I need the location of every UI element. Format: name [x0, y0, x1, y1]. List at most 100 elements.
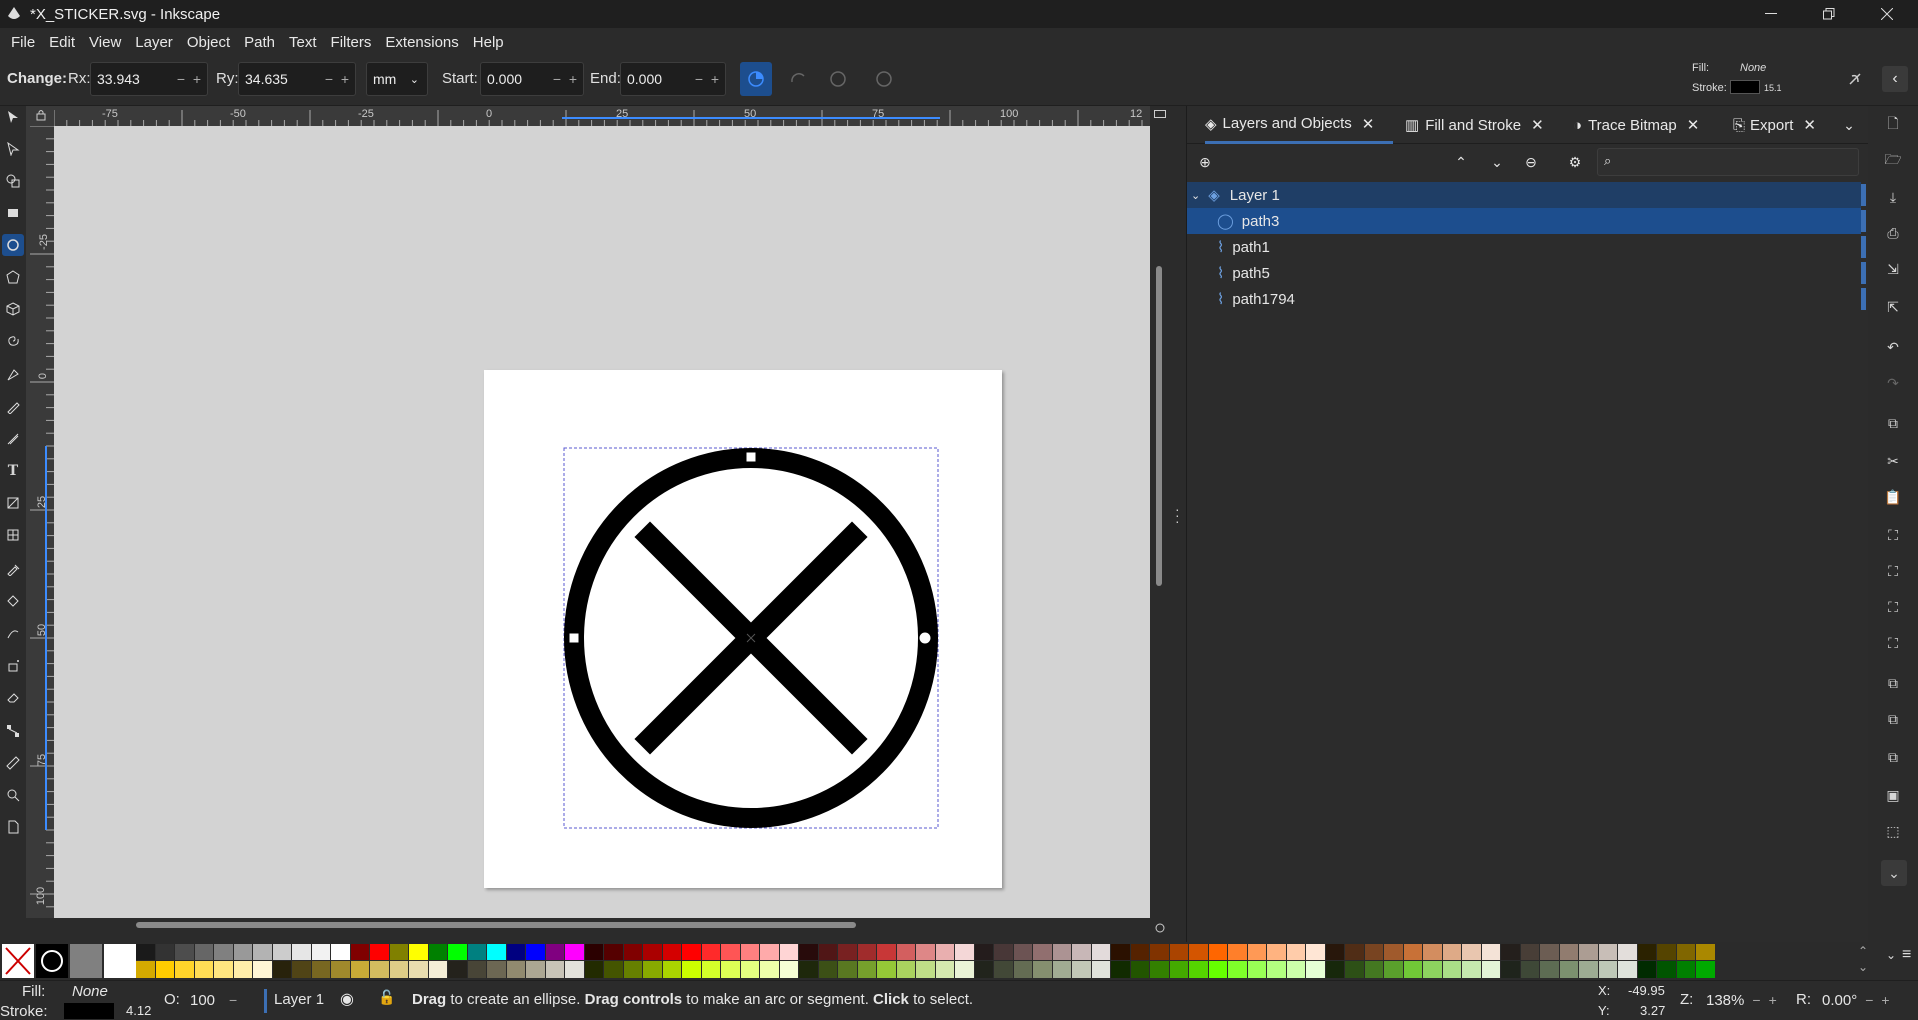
panel-splitter[interactable]: · · ·	[1170, 106, 1186, 942]
search-input[interactable]: ⌕	[1597, 148, 1859, 176]
palette-swatch[interactable]	[214, 944, 233, 960]
palette-swatch[interactable]	[1423, 944, 1442, 960]
lock-guides-icon[interactable]	[34, 108, 48, 122]
opacity-decrement[interactable]: −	[229, 992, 237, 1008]
zoom-decrement[interactable]: −	[1752, 992, 1760, 1008]
palette-swatch[interactable]	[662, 961, 681, 978]
add-layer-icon[interactable]: ⊕	[1195, 152, 1215, 172]
palette-swatch[interactable]	[1130, 944, 1149, 960]
tab-export[interactable]: ⎘ Export ✕	[1733, 106, 1817, 144]
save-icon[interactable]: ⤓	[1881, 186, 1905, 208]
palette-swatch[interactable]	[467, 944, 486, 960]
zoom-page-icon[interactable]: ⛶	[1881, 596, 1905, 618]
palette-swatch[interactable]	[623, 944, 642, 960]
palette-swatch[interactable]	[370, 944, 389, 960]
text-tool-icon[interactable]: T	[2, 460, 24, 482]
reset-ellipse-button[interactable]	[868, 62, 900, 96]
drawing[interactable]	[54, 126, 1150, 918]
palette-swatch[interactable]	[1364, 961, 1383, 978]
palette-swatch[interactable]	[1189, 944, 1208, 960]
3d-box-tool-icon[interactable]	[2, 298, 24, 320]
node-tool-icon[interactable]	[2, 138, 24, 160]
status-stroke-swatch[interactable]	[64, 1003, 114, 1019]
palette-swatch[interactable]	[1267, 944, 1286, 960]
palette-swatch[interactable]	[1481, 944, 1500, 960]
ry-increment[interactable]: +	[341, 71, 349, 87]
palette-swatch[interactable]	[272, 961, 291, 978]
close-tab-icon[interactable]: ✕	[1362, 115, 1375, 133]
palette-swatch[interactable]	[1598, 961, 1617, 978]
palette-swatch[interactable]	[1559, 961, 1578, 978]
canvas[interactable]	[54, 126, 1150, 918]
tab-layers-objects[interactable]: ◈ Layers and Objects ✕	[1205, 106, 1393, 144]
palette-swatch[interactable]	[955, 944, 974, 960]
calligraphy-tool-icon[interactable]	[2, 428, 24, 450]
rx-handle[interactable]	[568, 632, 580, 644]
remove-icon[interactable]: ⊖	[1521, 152, 1541, 172]
palette-swatch[interactable]	[1618, 961, 1637, 978]
palette-swatch[interactable]	[428, 961, 447, 978]
palette-swatch[interactable]	[389, 944, 408, 960]
palette-swatch[interactable]	[916, 961, 935, 978]
rotation-field[interactable]: 0.00° − +	[1816, 985, 1916, 1015]
palette-swatch[interactable]	[565, 961, 584, 978]
palette-swatch[interactable]	[292, 961, 311, 978]
palette-swatch[interactable]	[1325, 944, 1344, 960]
palette-swatch[interactable]	[779, 961, 798, 978]
palette-swatch[interactable]	[565, 944, 584, 960]
copy-icon[interactable]: ⧉	[1881, 412, 1905, 434]
palette-swatch[interactable]	[935, 961, 954, 978]
unit-select[interactable]: mm ⌄	[366, 62, 428, 96]
print-icon[interactable]: ⎙	[1881, 222, 1905, 244]
eraser-tool-icon[interactable]	[2, 686, 24, 708]
palette-swatch[interactable]	[1579, 944, 1598, 960]
palette-swatch[interactable]	[448, 961, 467, 978]
palette-swatch[interactable]	[545, 961, 564, 978]
palette-swatch[interactable]	[604, 944, 623, 960]
group-icon[interactable]: ▣	[1881, 784, 1905, 806]
palette-swatch[interactable]	[194, 961, 213, 978]
more-commands-button[interactable]: ⌄	[1881, 860, 1907, 886]
palette-swatch[interactable]	[662, 944, 681, 960]
palette-scroll-up-icon[interactable]: ⌃	[1858, 944, 1868, 958]
palette-swatch[interactable]	[740, 944, 759, 960]
layer-row-layer1[interactable]: ⌄ ◈ Layer 1	[1187, 182, 1861, 208]
object-row-path1[interactable]: ⌇ path1	[1187, 234, 1861, 260]
unlink-clone-icon[interactable]: ⧉	[1881, 746, 1905, 768]
move-down-icon[interactable]: ⌄	[1487, 152, 1507, 172]
zoom-width-icon[interactable]: ⛶	[1881, 632, 1905, 654]
object-row-path1794[interactable]: ⌇ path1794	[1187, 286, 1861, 312]
palette-swatch[interactable]	[740, 961, 759, 978]
palette-swatch[interactable]	[857, 961, 876, 978]
eye-icon[interactable]: ◉	[340, 989, 354, 1009]
palette-swatch[interactable]	[1520, 961, 1539, 978]
vertical-scroll-thumb[interactable]	[1156, 266, 1162, 586]
palette-swatch[interactable]	[838, 944, 857, 960]
palette-swatch[interactable]	[1052, 944, 1071, 960]
start-increment[interactable]: +	[569, 71, 577, 87]
palette-swatch[interactable]	[877, 944, 896, 960]
palette-swatch[interactable]	[214, 961, 233, 978]
palette-swatch[interactable]	[448, 944, 467, 960]
rx-increment[interactable]: +	[193, 71, 201, 87]
object-row-path5[interactable]: ⌇ path5	[1187, 260, 1861, 286]
selector-tool-icon[interactable]	[2, 106, 24, 128]
palette-swatch[interactable]	[1696, 961, 1715, 978]
menu-file[interactable]: File	[4, 34, 42, 51]
paint-bucket-tool-icon[interactable]	[2, 590, 24, 612]
palette-swatch[interactable]	[1052, 961, 1071, 978]
palette-swatch[interactable]	[136, 961, 155, 978]
palette-swatch[interactable]	[233, 961, 252, 978]
pencil-tool-icon[interactable]	[2, 396, 24, 418]
arc-segment-button[interactable]	[782, 62, 814, 96]
zoom-selection-icon[interactable]: ⛶	[1881, 524, 1905, 546]
redo-icon[interactable]: ↷	[1881, 372, 1905, 394]
palette-swatch[interactable]	[682, 944, 701, 960]
palette-swatch[interactable]	[1247, 961, 1266, 978]
palette-swatch[interactable]	[1208, 944, 1227, 960]
palette-swatch[interactable]	[974, 944, 993, 960]
tabs-overflow-button[interactable]: ⌄	[1837, 114, 1861, 136]
horizontal-scroll-thumb[interactable]	[136, 922, 856, 928]
pen-tool-icon[interactable]	[2, 364, 24, 386]
palette-swatch[interactable]	[272, 944, 291, 960]
